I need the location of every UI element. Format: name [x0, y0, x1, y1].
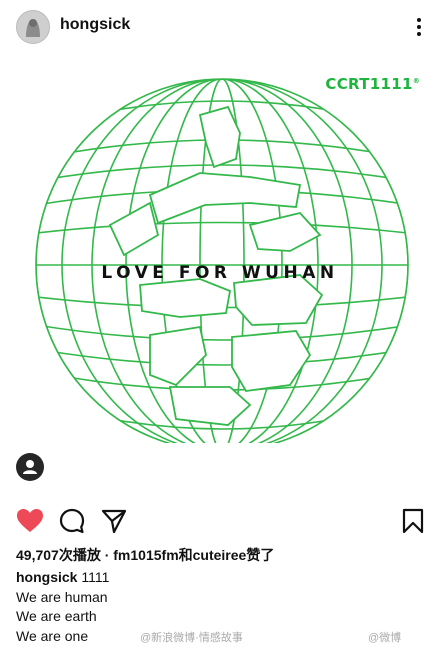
watermark-right: @微博 — [368, 632, 402, 644]
watermark-left: @新浪微博·情感故事 — [140, 632, 243, 644]
view-count: 49,707次播放 — [16, 547, 101, 563]
caption-line: We are one — [16, 627, 89, 644]
heart-filled-icon[interactable] — [16, 508, 44, 539]
wireframe-globe — [35, 78, 409, 443]
bookmark-icon[interactable] — [402, 508, 424, 539]
brand-mark: ® — [412, 77, 420, 85]
caption-line: We are earth — [16, 608, 97, 624]
post-caption: hongsick 1111 We are human We are earth … — [16, 568, 109, 646]
post-header: hongsick — [0, 0, 440, 56]
brand-logo: CCRT1111® — [325, 75, 420, 93]
brand-text: CCRT1111 — [325, 75, 413, 93]
user-tag-icon[interactable] — [16, 453, 44, 481]
post-image[interactable]: CCRT1111® LOVE FOR WUHAN — [0, 55, 440, 481]
comment-icon[interactable] — [59, 508, 85, 539]
send-icon[interactable] — [101, 508, 127, 539]
caption-text: 1111 — [81, 569, 110, 585]
caption-username[interactable]: hongsick — [16, 569, 77, 585]
image-headline: LOVE FOR WUHAN — [101, 263, 339, 283]
profile-avatar[interactable] — [16, 10, 50, 44]
likes-views-line[interactable]: 49,707次播放 · fm1015fm和cuteiree赞了 — [16, 545, 274, 565]
post-username[interactable]: hongsick — [60, 16, 130, 34]
more-vertical-icon[interactable] — [416, 16, 422, 38]
liked-by: · fm1015fm和cuteiree赞了 — [104, 547, 275, 563]
caption-header: hongsick 1111 — [16, 568, 109, 588]
caption-line: We are human — [16, 588, 108, 605]
action-bar — [0, 500, 440, 540]
avatar-image — [17, 11, 49, 43]
